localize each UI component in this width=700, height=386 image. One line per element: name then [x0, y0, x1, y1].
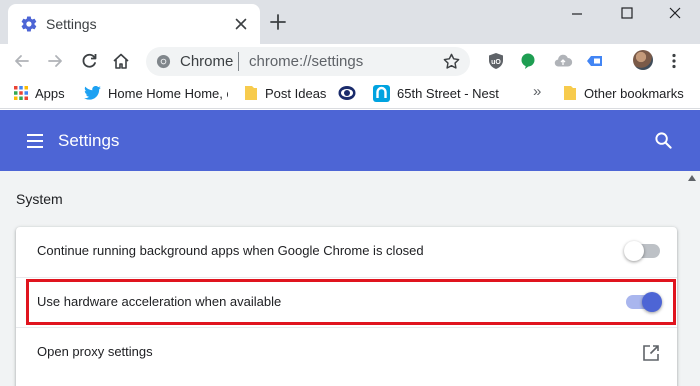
chrome-logo-icon[interactable] [156, 54, 171, 69]
background-apps-toggle[interactable] [624, 241, 660, 261]
settings-header: Settings [0, 110, 700, 171]
ublock-shield-icon[interactable]: uO [486, 51, 506, 71]
bookmark-label: Post Ideas [265, 85, 327, 101]
close-tab-icon[interactable] [232, 15, 250, 33]
bookmark-eye[interactable] [338, 84, 363, 102]
section-title: System [16, 191, 63, 207]
bookmark-65th-street-nest[interactable]: 65th Street - Nest [373, 84, 499, 102]
tab-settings[interactable]: Settings [8, 4, 260, 44]
highlight-box [26, 279, 676, 325]
svg-text:uO: uO [491, 59, 501, 66]
bookmarks-bar: Apps Home Home Home, c Post Ideas 65th S… [0, 78, 700, 109]
tag-extension-icon[interactable] [585, 51, 605, 71]
apps-grid-icon [14, 86, 28, 100]
toggle-knob [624, 241, 644, 261]
address-bar[interactable]: Chrome chrome://settings [146, 47, 470, 76]
folder-icon [245, 86, 257, 100]
window-close-icon[interactable] [652, 2, 698, 24]
bookmark-label: Other bookmarks [584, 85, 684, 101]
evernote-leaf-icon[interactable] [518, 51, 538, 71]
search-icon[interactable] [654, 131, 673, 150]
tab-title: Settings [46, 16, 97, 32]
bookmark-apps[interactable]: Apps [14, 84, 65, 102]
setting-row-background-apps[interactable]: Continue running background apps when Go… [16, 227, 677, 277]
bookmark-label: Home Home Home, c [108, 85, 228, 101]
home-icon[interactable] [111, 51, 131, 71]
address-url[interactable]: chrome://settings [249, 53, 363, 70]
more-vert-icon[interactable] [664, 51, 684, 71]
hamburger-menu-icon[interactable] [25, 132, 45, 150]
bookmarks-overflow-chevron[interactable]: » [533, 83, 541, 100]
reload-icon[interactable] [79, 51, 99, 71]
maximize-icon[interactable] [604, 2, 650, 24]
minimize-icon[interactable] [554, 2, 600, 24]
address-host: Chrome [180, 53, 234, 70]
back-arrow-icon[interactable] [12, 51, 32, 71]
cloud-upload-icon[interactable] [553, 51, 573, 71]
setting-row-proxy[interactable]: Open proxy settings [16, 327, 677, 377]
scroll-up-arrow-icon[interactable] [688, 175, 696, 181]
settings-gear-icon [21, 16, 37, 32]
bookmark-other-bookmarks[interactable]: Other bookmarks [563, 84, 684, 102]
new-tab-plus-icon[interactable] [268, 12, 288, 32]
address-separator [238, 52, 239, 71]
twitter-bird-icon [84, 86, 101, 100]
setting-label: Open proxy settings [37, 344, 153, 359]
forward-arrow-icon[interactable] [45, 51, 65, 71]
external-link-icon[interactable] [642, 344, 660, 362]
profile-avatar[interactable] [633, 50, 653, 70]
bookmark-label: 65th Street - Nest [397, 85, 499, 101]
folder-icon [564, 86, 576, 100]
bookmark-label: Apps [35, 85, 65, 101]
bookmark-star-icon[interactable] [442, 52, 461, 71]
browser-toolbar: Chrome chrome://settings uO [0, 44, 700, 78]
nest-logo-icon [373, 84, 390, 102]
bookmark-post-ideas[interactable]: Post Ideas [244, 84, 326, 102]
eye-logo-icon [338, 86, 356, 100]
setting-label: Continue running background apps when Go… [37, 243, 424, 258]
page-title: Settings [58, 131, 120, 150]
bookmark-twitter[interactable]: Home Home Home, c [84, 84, 228, 102]
tab-strip: Settings [0, 0, 700, 44]
scrollbar[interactable] [684, 171, 700, 386]
